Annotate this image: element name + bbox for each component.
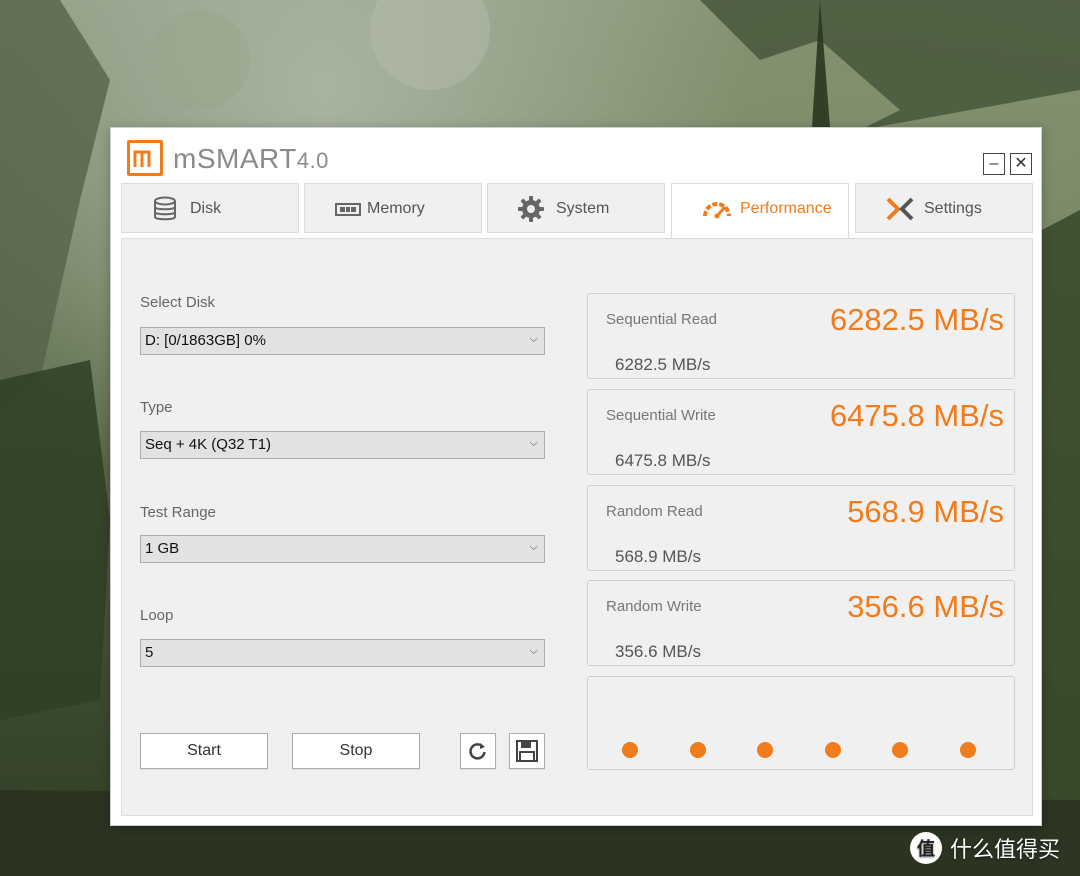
result-random-write: Random Write 356.6 MB/s 356.6 MB/s xyxy=(587,580,1015,666)
floppy-disk-icon xyxy=(516,740,538,762)
progress-dot xyxy=(825,742,841,758)
loop-label: Loop xyxy=(140,607,174,624)
tab-memory[interactable]: Memory xyxy=(304,183,482,233)
result-subvalue: 6475.8 MB/s xyxy=(615,451,711,470)
minimize-button[interactable]: – xyxy=(983,153,1005,175)
chevron-down-icon: ⌵ xyxy=(529,437,538,449)
tab-bar: Disk Memory System Performance Settings xyxy=(121,183,1033,240)
app-window: mSMART4.0 – ✕ Disk Memory System Perform… xyxy=(110,127,1042,826)
chevron-down-icon: ⌵ xyxy=(529,541,538,553)
performance-panel: Select Disk D: [0/1863GB] 0% ⌵ Type Seq … xyxy=(121,238,1033,816)
progress-indicator xyxy=(587,676,1015,770)
select-disk-label: Select Disk xyxy=(140,294,216,311)
result-subvalue: 6282.5 MB/s xyxy=(615,355,711,374)
test-range-value: 1 GB xyxy=(145,540,180,557)
result-value: 568.9 MB/s xyxy=(847,494,1004,529)
tab-disk[interactable]: Disk xyxy=(121,183,299,233)
result-subvalue: 356.6 MB/s xyxy=(615,642,701,661)
database-icon xyxy=(154,196,176,221)
result-subvalue: 568.9 MB/s xyxy=(615,547,701,566)
refresh-icon xyxy=(469,743,486,760)
close-button[interactable]: ✕ xyxy=(1010,153,1032,175)
tab-label: Settings xyxy=(924,200,982,217)
gear-icon xyxy=(518,196,544,222)
app-name: mSMART xyxy=(173,143,297,174)
watermark: 值 什么值得买 xyxy=(910,830,1060,866)
result-value: 356.6 MB/s xyxy=(847,589,1004,624)
test-range-dropdown[interactable]: 1 GB ⌵ xyxy=(140,535,545,563)
tab-label: Memory xyxy=(367,200,425,217)
type-label: Type xyxy=(140,399,173,416)
tab-settings[interactable]: Settings xyxy=(855,183,1033,233)
result-sequential-write: Sequential Write 6475.8 MB/s 6475.8 MB/s xyxy=(587,389,1015,475)
tab-label: System xyxy=(556,200,610,217)
progress-dot xyxy=(892,742,908,758)
progress-dot xyxy=(960,742,976,758)
x-logo-icon xyxy=(886,197,914,221)
tab-label: Performance xyxy=(740,200,832,217)
progress-dot xyxy=(757,742,773,758)
progress-dot xyxy=(690,742,706,758)
start-button[interactable]: Start xyxy=(140,733,268,769)
result-label: Sequential Read xyxy=(606,311,717,328)
loop-dropdown[interactable]: 5 ⌵ xyxy=(140,639,545,667)
app-title: mSMART4.0 xyxy=(173,143,329,175)
tab-system[interactable]: System xyxy=(487,183,665,233)
result-label: Sequential Write xyxy=(606,407,716,424)
app-version: 4.0 xyxy=(296,148,329,173)
watermark-text: 什么值得买 xyxy=(950,838,1061,863)
test-range-label: Test Range xyxy=(140,504,216,521)
result-value: 6282.5 MB/s xyxy=(829,302,1004,337)
memory-chip-icon xyxy=(335,203,361,216)
chevron-down-icon: ⌵ xyxy=(529,645,538,657)
app-logo-icon xyxy=(127,140,163,176)
type-dropdown[interactable]: Seq + 4K (Q32 T1) ⌵ xyxy=(140,431,545,459)
stop-button[interactable]: Stop xyxy=(292,733,420,769)
result-value: 6475.8 MB/s xyxy=(829,398,1004,433)
result-label: Random Write xyxy=(606,598,702,615)
progress-dot xyxy=(622,742,638,758)
loop-value: 5 xyxy=(145,644,154,661)
refresh-button[interactable] xyxy=(460,733,496,769)
type-value: Seq + 4K (Q32 T1) xyxy=(145,436,272,453)
chevron-down-icon: ⌵ xyxy=(529,333,538,345)
speedometer-icon xyxy=(703,202,731,219)
result-random-read: Random Read 568.9 MB/s 568.9 MB/s xyxy=(587,485,1015,571)
result-label: Random Read xyxy=(606,503,703,520)
tab-performance[interactable]: Performance xyxy=(671,183,849,240)
result-sequential-read: Sequential Read 6282.5 MB/s 6282.5 MB/s xyxy=(587,293,1015,379)
watermark-logo: 值 xyxy=(910,832,942,864)
select-disk-value: D: [0/1863GB] 0% xyxy=(145,332,266,349)
save-button[interactable] xyxy=(509,733,545,769)
tab-label: Disk xyxy=(190,200,222,217)
select-disk-dropdown[interactable]: D: [0/1863GB] 0% ⌵ xyxy=(140,327,545,355)
